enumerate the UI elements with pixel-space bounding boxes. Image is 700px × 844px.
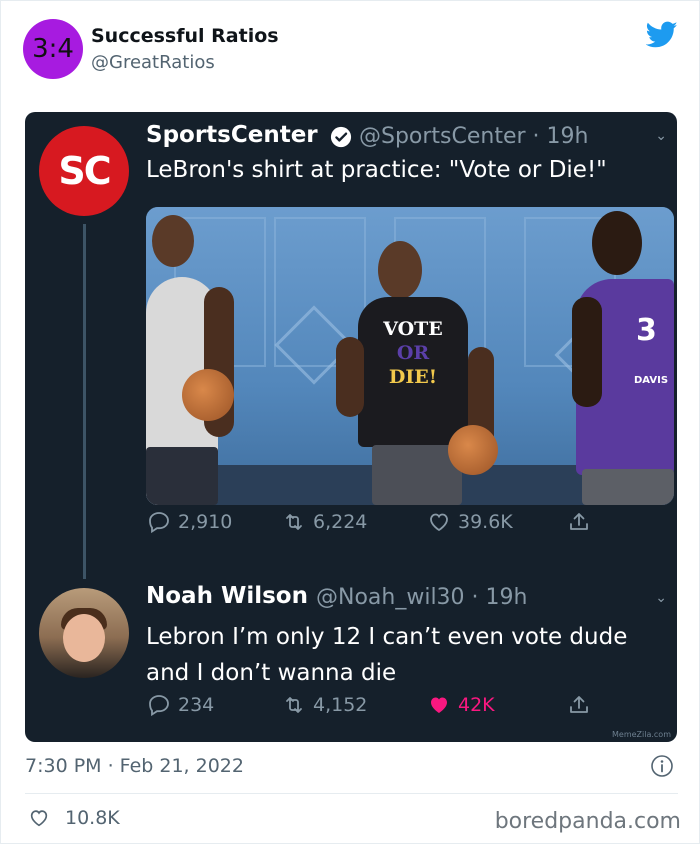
- heart-icon: [430, 513, 448, 532]
- sportscenter-logo-text: SC: [58, 149, 111, 193]
- author-handle[interactable]: @GreatRatios: [91, 52, 215, 73]
- center-player-head: [378, 241, 422, 299]
- shirt-line-or: OR: [396, 342, 430, 364]
- right-player-arm: [572, 297, 602, 407]
- left-player-head: [152, 215, 194, 267]
- reply-author-name: Noah Wilson: [146, 583, 308, 609]
- reply-tweet-text: Lebron I’m only 12 I can’t even vote dud…: [146, 624, 628, 686]
- shirt-text: VOTE OR DIE!: [378, 317, 448, 389]
- jersey-name: DAVIS: [634, 375, 669, 386]
- like-count: 42K: [458, 694, 495, 716]
- chevron-down-icon: ⌄: [655, 590, 667, 606]
- original-author-name: SportsCenter: [146, 122, 318, 148]
- share-icon: [570, 696, 588, 713]
- reply-icon: [149, 695, 169, 717]
- heart-icon: [30, 810, 48, 827]
- author-avatar[interactable]: 3:4: [23, 19, 83, 79]
- like-count: 39.6K: [458, 511, 513, 533]
- tweet-card: 3:4 Successful Ratios @GreatRatios SC Sp…: [0, 0, 700, 844]
- reply-author-avatar: [39, 588, 129, 678]
- original-author-handle: @SportsCenter · 19h: [359, 124, 589, 149]
- left-player-shorts: [146, 447, 218, 505]
- embedded-screenshot: SC SportsCenter @SportsCenter · 19h ⌄ Le…: [25, 112, 677, 742]
- author-name[interactable]: Successful Ratios: [91, 25, 279, 47]
- retweet-button[interactable]: 4,152: [281, 693, 367, 717]
- retweet-count: 6,224: [313, 511, 368, 533]
- author-avatar-text: 3:4: [32, 34, 74, 64]
- retweet-icon: [286, 697, 302, 713]
- basketball-center: [448, 425, 498, 475]
- shirt-line-vote: VOTE: [383, 318, 443, 340]
- like-button[interactable]: 42K: [426, 693, 495, 717]
- reply-count: 2,910: [178, 511, 233, 533]
- share-button[interactable]: [566, 510, 592, 534]
- like-button[interactable]: 39.6K: [426, 510, 513, 534]
- sportscenter-avatar: SC: [39, 126, 129, 216]
- chevron-down-icon: ⌄: [655, 128, 667, 144]
- reply-author-handle: @Noah_wil30 · 19h: [316, 585, 528, 610]
- tweet-like-button[interactable]: 10.8K: [27, 807, 120, 829]
- reply-icon: [149, 512, 169, 534]
- original-tweet-text: LeBron's shirt at practice: "Vote or Die…: [146, 157, 607, 183]
- right-player-head: [592, 211, 642, 275]
- share-icon: [570, 513, 588, 530]
- heart-filled-icon: [431, 697, 447, 713]
- basketball-left: [182, 369, 234, 421]
- verified-badge-icon: [330, 126, 352, 148]
- twitter-bird-icon[interactable]: [646, 21, 678, 49]
- tweet-timestamp[interactable]: 7:30 PM · Feb 21, 2022: [25, 755, 244, 777]
- reply-count: 234: [178, 694, 215, 716]
- thread-line: [83, 224, 86, 579]
- image-watermark: MemeZila.com: [612, 730, 671, 739]
- practice-photo: VOTE OR DIE! 3 DAVIS: [146, 207, 674, 505]
- jersey-number: 3: [636, 313, 657, 348]
- shirt-line-die: DIE!: [388, 366, 438, 388]
- right-player-shorts: [582, 469, 674, 505]
- center-player-left-arm: [336, 337, 364, 417]
- reply-button[interactable]: 2,910: [146, 510, 232, 534]
- site-credit: boredpanda.com: [494, 809, 681, 834]
- divider: [25, 793, 678, 794]
- avatar-face: [63, 614, 105, 662]
- share-button[interactable]: [566, 693, 592, 717]
- retweet-count: 4,152: [313, 694, 368, 716]
- tweet-like-count: 10.8K: [65, 807, 120, 829]
- retweet-button[interactable]: 6,224: [281, 510, 367, 534]
- reply-button[interactable]: 234: [146, 693, 214, 717]
- info-icon[interactable]: [650, 754, 674, 778]
- retweet-icon: [286, 514, 302, 530]
